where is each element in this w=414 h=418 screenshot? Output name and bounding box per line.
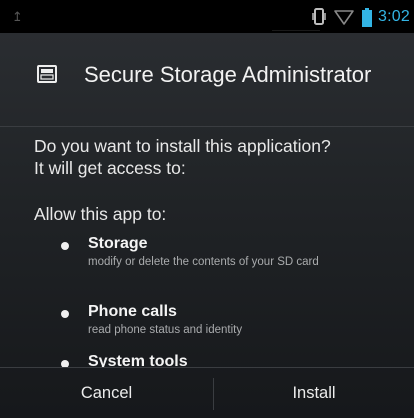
install-question: Do you want to install this application?… bbox=[34, 135, 331, 179]
permission-description: read phone status and identity bbox=[88, 324, 243, 336]
permission-name: System tools bbox=[88, 353, 188, 367]
bullet-icon bbox=[61, 242, 69, 250]
app-icon bbox=[37, 65, 57, 87]
wifi-icon bbox=[334, 9, 354, 25]
cancel-button[interactable]: Cancel bbox=[0, 368, 213, 418]
permission-name: Storage bbox=[88, 235, 148, 252]
vibrate-icon bbox=[312, 8, 326, 26]
allow-label: Allow this app to: bbox=[34, 204, 167, 224]
permissions-scroll-area[interactable]: Do you want to install this application?… bbox=[0, 127, 414, 367]
question-line-1: Do you want to install this application? bbox=[34, 136, 331, 156]
dialog-title: Secure Storage Administrator bbox=[84, 62, 372, 87]
status-icons: 3:02 bbox=[304, 6, 410, 28]
permission-name: Phone calls bbox=[88, 303, 177, 320]
status-time: 3:02 bbox=[378, 8, 410, 25]
usb-icon: ↥ bbox=[12, 10, 23, 25]
install-dialog: Secure Storage Administrator Do you want… bbox=[0, 33, 414, 418]
battery-icon bbox=[362, 7, 373, 27]
dialog-title-bar: Secure Storage Administrator bbox=[0, 33, 414, 126]
permission-description: modify or delete the contents of your SD… bbox=[88, 256, 319, 268]
question-line-2: It will get access to: bbox=[34, 158, 186, 178]
bullet-icon bbox=[61, 360, 69, 367]
dialog-button-bar: Cancel Install bbox=[0, 367, 414, 418]
status-divider bbox=[272, 30, 320, 31]
bullet-icon bbox=[61, 310, 69, 318]
status-bar: ↥ 3:02 bbox=[0, 0, 414, 33]
install-button[interactable]: Install bbox=[214, 368, 414, 418]
